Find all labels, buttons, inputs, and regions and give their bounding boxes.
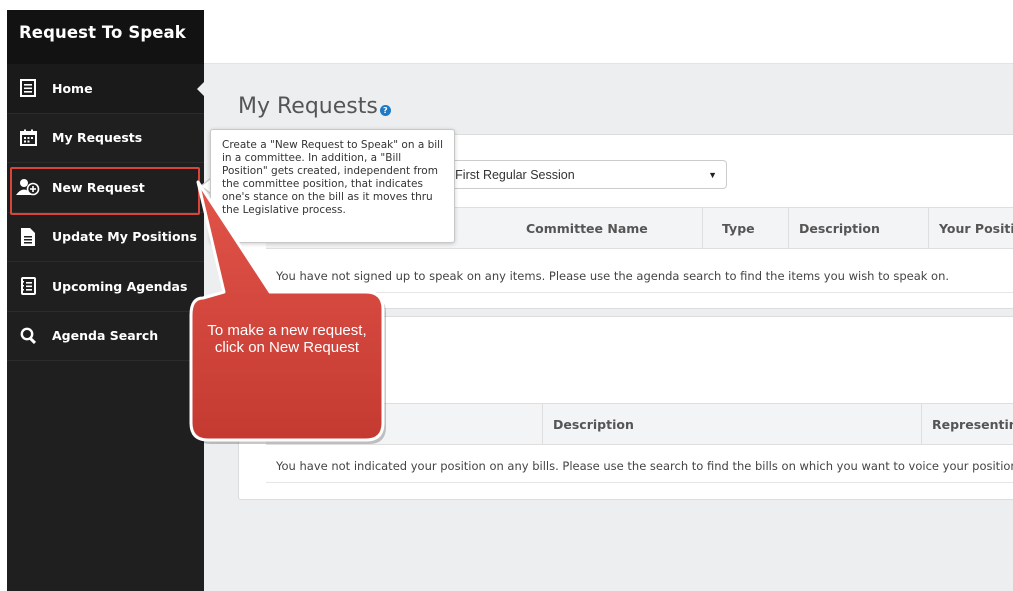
column-header[interactable]: Representing [932, 417, 1013, 432]
help-icon[interactable]: ? [379, 105, 391, 116]
column-header[interactable]: Type [722, 221, 755, 236]
session-select[interactable]: ure - First Regular Session ▼ [413, 160, 727, 189]
column-divider [928, 208, 929, 248]
active-indicator [197, 82, 204, 96]
page-title: My Requests? [238, 94, 391, 119]
sidebar-item-label: Update My Positions [52, 229, 197, 245]
agenda-icon [10, 277, 46, 296]
sidebar-item-label: Upcoming Agendas [52, 278, 188, 294]
sidebar-item-home[interactable]: Home [7, 64, 210, 114]
calendar-icon [10, 129, 46, 147]
sidebar-item-agenda-search[interactable]: Agenda Search [7, 312, 204, 361]
sidebar-item-upcoming-agendas[interactable]: Upcoming Agendas [7, 262, 204, 312]
sidebar-item-label: Home [52, 80, 93, 96]
requests-empty-message: You have not signed up to speak on any i… [266, 259, 1013, 293]
callout-text: To make a new request, click on New Requ… [207, 322, 367, 356]
sidebar: Request To Speak Home My Requests New Re… [7, 10, 210, 591]
help-icon[interactable]: ? [339, 358, 351, 369]
page-title-text: My Requests [238, 94, 378, 119]
sidebar-item-label: Agenda Search [52, 328, 159, 344]
column-divider [542, 404, 543, 444]
app-brand[interactable]: Request To Speak [7, 10, 204, 64]
new-request-tooltip: Create a "New Request to Speak" on a bil… [210, 129, 455, 243]
search-icon [10, 327, 46, 345]
sidebar-item-label: My Requests [52, 130, 143, 146]
chevron-down-icon: ▼ [708, 170, 717, 180]
column-header[interactable]: Your Positio [939, 221, 1013, 236]
column-header[interactable]: Description [553, 417, 634, 432]
positions-table-header: Description Representing [266, 403, 1013, 445]
column-header[interactable]: Description [799, 221, 880, 236]
column-divider [702, 208, 703, 248]
column-divider [788, 208, 789, 248]
sidebar-item-update-positions[interactable]: Update My Positions [7, 213, 204, 262]
sidebar-item-my-requests[interactable]: My Requests [7, 114, 204, 163]
positions-empty-message: You have not indicated your position on … [266, 449, 1013, 483]
column-header[interactable]: Committee Name [526, 221, 648, 236]
column-divider [921, 404, 922, 444]
highlight-box [10, 167, 200, 215]
document-icon [10, 227, 46, 246]
top-bar [204, 10, 1013, 64]
list-icon [10, 79, 46, 98]
